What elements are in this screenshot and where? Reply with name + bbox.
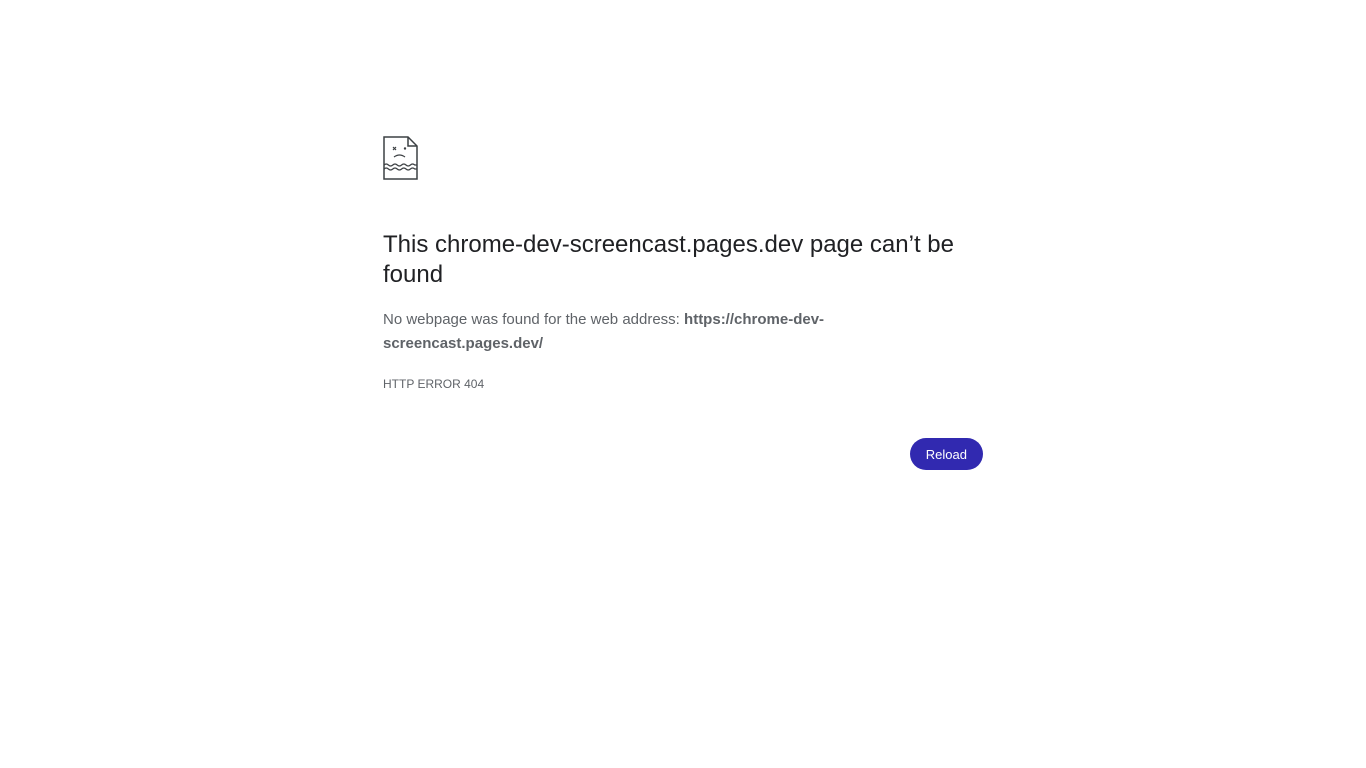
- button-row: Reload: [383, 438, 983, 470]
- sad-page-icon: [383, 136, 419, 182]
- error-content: This chrome-dev-screencast.pages.dev pag…: [383, 136, 983, 470]
- error-code: HTTP ERROR 404: [383, 377, 485, 391]
- error-page: This chrome-dev-screencast.pages.dev pag…: [0, 0, 1366, 768]
- page-title: This chrome-dev-screencast.pages.dev pag…: [383, 231, 954, 288]
- error-message: No webpage was found for the web address…: [383, 308, 983, 356]
- reload-button[interactable]: Reload: [909, 438, 983, 470]
- error-message-text: No webpage was found for the web address…: [383, 311, 685, 328]
